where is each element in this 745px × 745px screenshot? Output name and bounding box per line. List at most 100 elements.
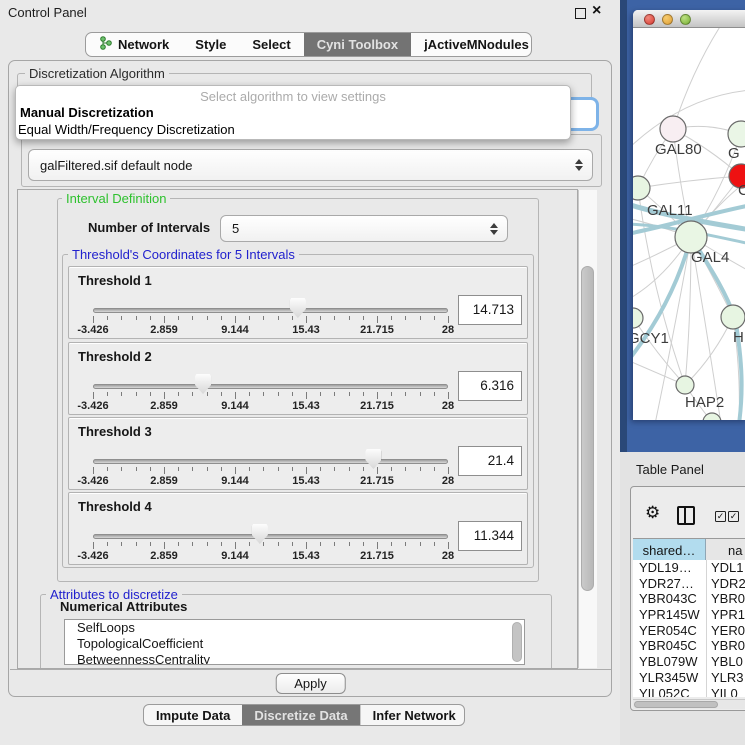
table-cell[interactable]: YDR27… [633, 576, 706, 592]
checkbox-icon[interactable]: ✓ [715, 511, 726, 522]
threshold-2-value-field[interactable]: 6.316 [458, 371, 522, 401]
table-row[interactable]: YER054CYER0 [633, 623, 745, 639]
tick-label: 15.43 [292, 400, 320, 412]
threshold-4-value-field[interactable]: 11.344 [458, 521, 522, 551]
tab-style[interactable]: Style [182, 33, 239, 56]
table-cell[interactable]: YLR345W [633, 670, 706, 686]
column-header-name[interactable]: na [706, 539, 745, 561]
slider-ticks [93, 467, 448, 475]
slider-handle[interactable] [365, 449, 381, 469]
algorithm-option-equal-width[interactable]: Equal Width/Frequency Discretization [18, 122, 235, 137]
table-row[interactable]: YBR045CYBR0 [633, 638, 745, 654]
table-cell[interactable]: YBR0 [706, 591, 745, 607]
network-node[interactable] [633, 308, 643, 328]
gear-icon[interactable]: ⚙ [645, 504, 660, 521]
table-panel-region: Table Panel ⚙ ✓ ✓ shared… na YDL19…YDL1Y… [620, 452, 745, 745]
table-row[interactable]: YDL19…YDL1 [633, 560, 745, 576]
panel-scrollbar-thumb[interactable] [581, 266, 594, 591]
minimize-traffic-light-icon[interactable] [662, 14, 673, 25]
slider-track[interactable] [93, 384, 448, 389]
threshold-3-value-field[interactable]: 21.4 [458, 446, 522, 476]
attribute-list-item[interactable]: BetweennessCentrality [65, 652, 524, 665]
table-cell[interactable]: YDL19… [633, 560, 706, 576]
split-columns-icon[interactable] [677, 506, 695, 525]
slider-track[interactable] [93, 308, 448, 313]
table-cell[interactable]: YBR043C [633, 591, 706, 607]
network-view-window[interactable]: GAL80GCGAL11GAL4GCY1HHAP2 [633, 10, 745, 420]
table-row[interactable]: YLR345WYLR3 [633, 670, 745, 686]
threshold-3-slider[interactable]: -3.4262.8599.14415.4321.71528 [93, 418, 448, 491]
table-cell[interactable]: YER0 [706, 623, 745, 639]
tick-mark [221, 392, 222, 396]
table-row[interactable]: YBL079WYBL0 [633, 654, 745, 670]
numerical-attributes-list[interactable]: SelfLoopsTopologicalCoefficientBetweenne… [64, 619, 525, 665]
tick-mark [306, 467, 307, 474]
tab-network[interactable]: Network [86, 33, 182, 56]
network-node[interactable] [676, 376, 694, 394]
tab-impute-data[interactable]: Impute Data [144, 705, 242, 725]
tick-label: 21.715 [360, 475, 394, 487]
network-node[interactable] [660, 116, 686, 142]
table-cell[interactable]: YBR0 [706, 638, 745, 654]
tab-select[interactable]: Select [239, 33, 303, 56]
threshold-2-slider[interactable]: -3.4262.8599.14415.4321.71528 [93, 343, 448, 416]
attribute-list-item[interactable]: TopologicalCoefficient [65, 636, 524, 652]
algorithm-option-manual[interactable]: Manual Discretization [20, 105, 154, 120]
tick-mark [249, 392, 250, 396]
apply-button[interactable]: Apply [275, 673, 346, 694]
table-cell[interactable]: YDR2 [706, 576, 745, 592]
float-window-icon[interactable] [575, 8, 586, 19]
threshold-1-value-field[interactable]: 14.713 [458, 295, 522, 325]
table-cell[interactable]: YDL1 [706, 560, 745, 576]
network-edge [633, 318, 685, 385]
table-cell[interactable]: YIL0 [706, 686, 745, 698]
threshold-4-slider[interactable]: -3.4262.8599.14415.4321.71528 [93, 493, 448, 566]
close-traffic-light-icon[interactable] [644, 14, 655, 25]
close-icon[interactable]: × [592, 2, 601, 20]
attribute-list-item[interactable]: SelfLoops [65, 620, 524, 636]
table-body[interactable]: YDL19…YDL1YDR27…YDR2YBR043CYBR0YPR145WYP… [633, 560, 745, 697]
combobox-spinner-icon [574, 159, 583, 171]
network-edge [638, 176, 741, 188]
slider-track[interactable] [93, 534, 448, 539]
table-cell[interactable]: YIL052C [633, 686, 706, 698]
number-of-intervals-combobox[interactable]: 5 [220, 215, 508, 242]
column-header-shared-name[interactable]: shared… [633, 539, 706, 561]
slider-handle[interactable] [252, 524, 268, 544]
table-row[interactable]: YBR043CYBR0 [633, 591, 745, 607]
tab-infer-network[interactable]: Infer Network [360, 705, 465, 725]
table-cell[interactable]: YLR3 [706, 670, 745, 686]
tick-label: -3.426 [77, 550, 108, 562]
discretization-algorithm-group-title: Discretization Algorithm [25, 66, 169, 81]
table-row[interactable]: YIL052CYIL0 [633, 686, 745, 698]
threshold-1-slider[interactable]: -3.4262.8599.14415.4321.71528 [93, 267, 448, 340]
network-node[interactable] [728, 121, 745, 147]
table-cell[interactable]: YBL079W [633, 654, 706, 670]
tab-discretize-data[interactable]: Discretize Data [242, 705, 359, 725]
zoom-traffic-light-icon[interactable] [680, 14, 691, 25]
tab-jactivemnodules[interactable]: jActiveMNodules [411, 33, 532, 56]
slider-handle[interactable] [290, 298, 306, 318]
tab-cyni-toolbox[interactable]: Cyni Toolbox [304, 33, 411, 56]
list-scrollbar[interactable] [512, 622, 522, 662]
tick-label: 15.43 [292, 324, 320, 336]
table-hscrollbar-track[interactable] [633, 699, 745, 709]
table-cell[interactable]: YBR045C [633, 638, 706, 654]
table-cell[interactable]: YPR145W [633, 607, 706, 623]
table-row[interactable]: YDR27…YDR2 [633, 576, 745, 592]
network-node-label: GCY1 [633, 330, 669, 347]
network-window-titlebar[interactable] [633, 10, 745, 28]
slider-track[interactable] [93, 459, 448, 464]
checkbox-icon[interactable]: ✓ [728, 511, 739, 522]
table-hscrollbar-thumb[interactable] [634, 701, 718, 708]
table-row[interactable]: YPR145WYPR1 [633, 607, 745, 623]
slider-handle[interactable] [195, 374, 211, 394]
table-data-combobox[interactable]: galFiltered.sif default node [28, 149, 593, 181]
tick-mark [221, 467, 222, 471]
table-cell[interactable]: YER054C [633, 623, 706, 639]
tick-mark [121, 316, 122, 320]
table-cell[interactable]: YBL0 [706, 654, 745, 670]
table-cell[interactable]: YPR1 [706, 607, 745, 623]
network-canvas[interactable]: GAL80GCGAL11GAL4GCY1HHAP2 [633, 28, 745, 420]
network-node[interactable] [721, 305, 745, 329]
